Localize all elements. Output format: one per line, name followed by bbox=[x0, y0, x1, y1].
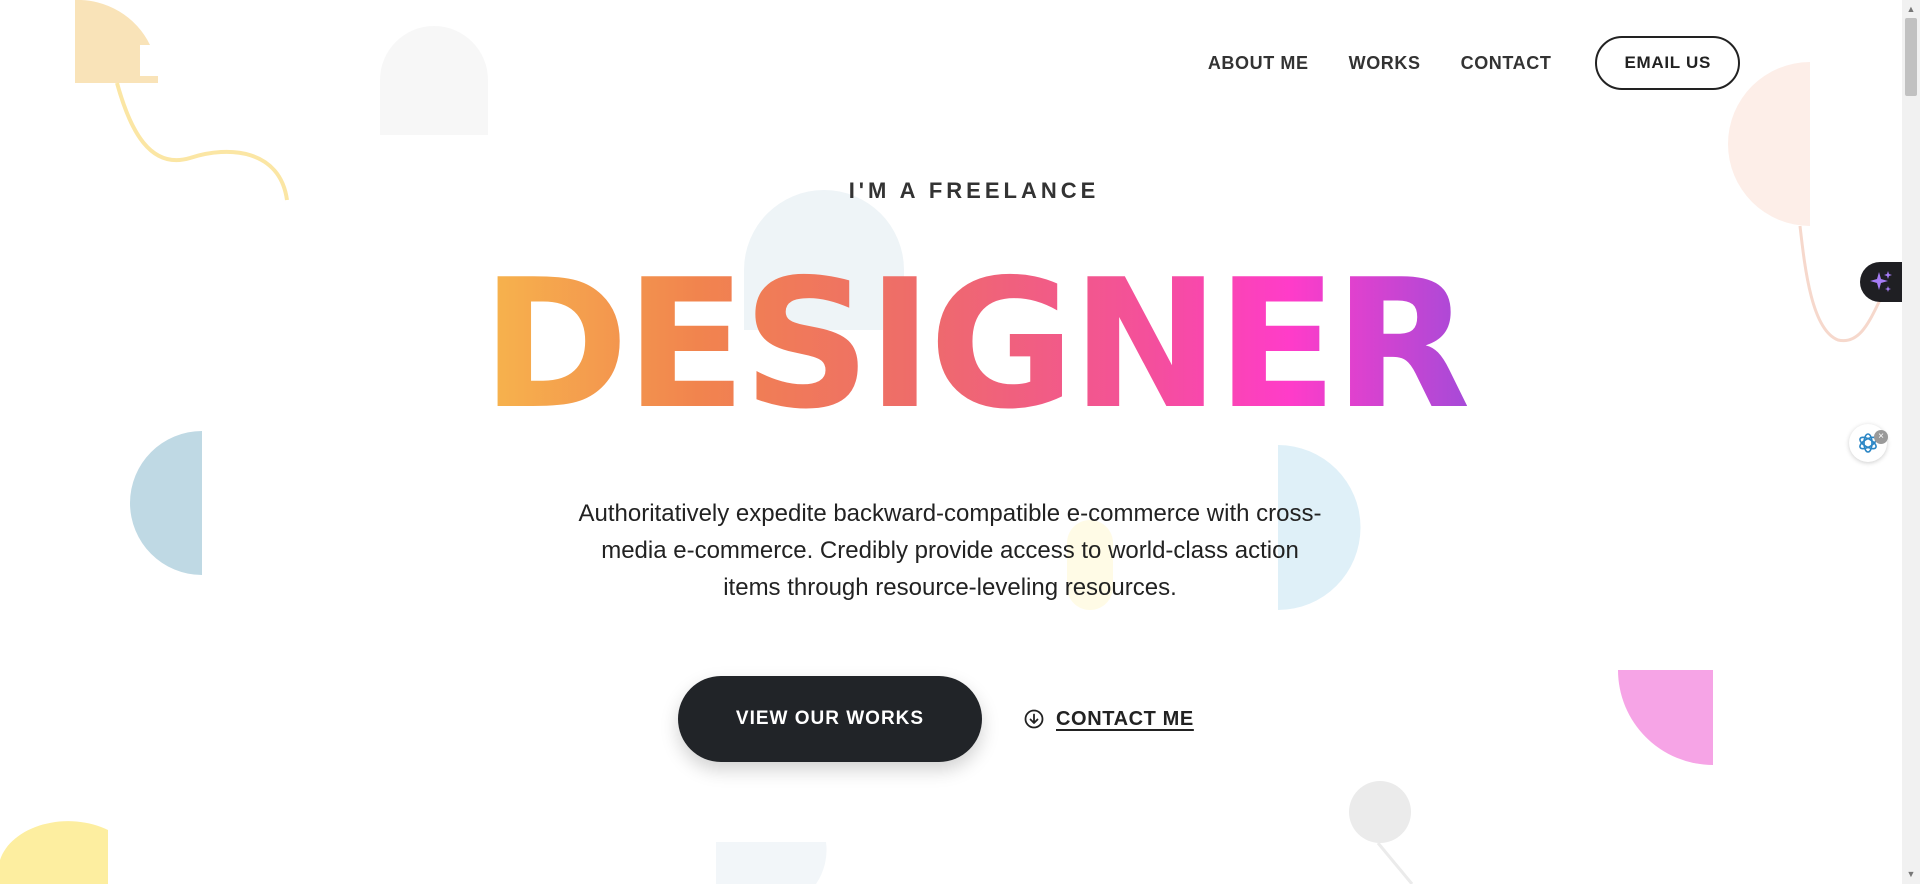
hero-eyebrow: I'M A FREELANCE bbox=[848, 178, 1100, 203]
faint-blue-bottom bbox=[716, 842, 827, 884]
gray-circle bbox=[1349, 781, 1411, 843]
nav-contact[interactable]: CONTACT bbox=[1461, 53, 1552, 74]
view-our-works-button[interactable]: VIEW OUR WORKS bbox=[678, 676, 982, 762]
scrollbar-thumb[interactable] bbox=[1905, 18, 1917, 96]
arrow-down-circle-icon bbox=[1024, 709, 1044, 729]
scrollbar[interactable] bbox=[1902, 0, 1920, 884]
gray-arch bbox=[380, 26, 488, 135]
contact-me-label: CONTACT ME bbox=[1056, 707, 1194, 730]
scroll-down-arrow-icon[interactable]: ▼ bbox=[1902, 866, 1920, 882]
hero-description: Authoritatively expedite backward-compat… bbox=[578, 500, 1322, 601]
ai-assistant-tab[interactable] bbox=[1860, 262, 1902, 302]
scroll-up-arrow-icon[interactable]: ▲ bbox=[1902, 1, 1920, 17]
nav-about-me[interactable]: ABOUT ME bbox=[1208, 53, 1309, 74]
chat-close-icon[interactable]: × bbox=[1874, 430, 1888, 444]
contact-me-link[interactable]: CONTACT ME bbox=[1024, 708, 1194, 731]
page: ABOUT ME WORKS CONTACT EMAIL US I'M A FR… bbox=[0, 0, 1902, 884]
gray-line bbox=[1376, 842, 1414, 884]
email-us-button[interactable]: EMAIL US bbox=[1595, 36, 1740, 90]
nav-works[interactable]: WORKS bbox=[1349, 53, 1421, 74]
yellow-shape-bottom-left bbox=[0, 821, 108, 884]
yellow-shape-top-left bbox=[75, 0, 158, 83]
hero-headline-text: DESIGNER bbox=[481, 241, 1471, 448]
sparkle-icon bbox=[1870, 271, 1892, 292]
pink-quarter-circle bbox=[1618, 670, 1713, 765]
cta-row: VIEW OUR WORKS CONTACT ME bbox=[678, 676, 1194, 762]
main-nav: ABOUT ME WORKS CONTACT EMAIL US bbox=[1168, 36, 1740, 90]
blue-half-circle-left bbox=[130, 431, 202, 575]
hero-headline: DESIGNER bbox=[0, 245, 1902, 445]
